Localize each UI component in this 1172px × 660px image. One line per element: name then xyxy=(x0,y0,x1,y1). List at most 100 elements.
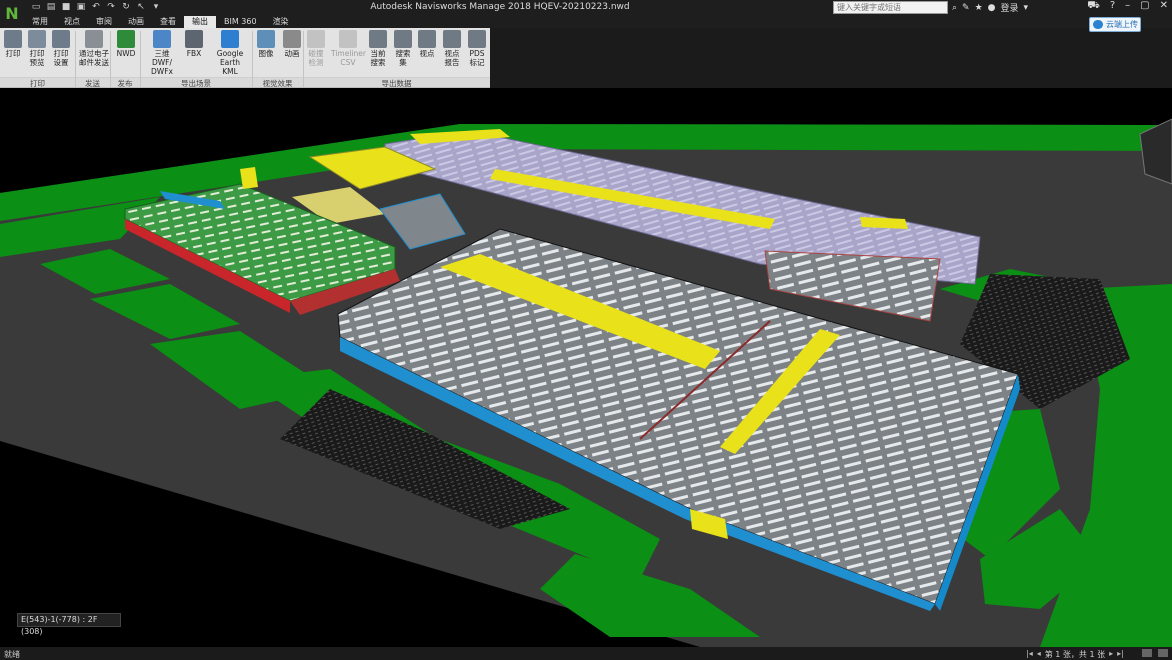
button-label: 动画 xyxy=(284,49,300,58)
button-label: 打印 xyxy=(29,49,45,58)
fbx-button[interactable]: FBX xyxy=(183,30,205,58)
html-report-button[interactable]: 视点 报告 xyxy=(442,30,462,67)
close-icon[interactable]: ✕ xyxy=(1160,0,1168,13)
memory-icon[interactable] xyxy=(1158,649,1168,657)
button-label-line2: 邮件发送 xyxy=(79,58,109,67)
nwd-button[interactable]: NWD xyxy=(116,30,136,58)
cart-icon[interactable]: ⛟ xyxy=(1087,0,1100,13)
cloud-upload-label: 云端上传 xyxy=(1106,20,1138,29)
button-label-line2: 设置 xyxy=(53,58,69,67)
ribbon-separator xyxy=(110,31,111,87)
timeliner-csv-button[interactable]: Timeliner CSV xyxy=(331,30,366,67)
viewpoint-icon xyxy=(418,30,436,48)
ribbon-group-label: 导出场景 xyxy=(140,77,252,88)
html-report-icon xyxy=(443,30,461,48)
current-search-icon xyxy=(369,30,387,48)
minimize-icon[interactable]: – xyxy=(1125,0,1130,13)
status-bar: 就绪 |◂ ◂ 第 1 张，共 1 张 ▸ ▸| xyxy=(0,647,1172,660)
star-icon[interactable]: ★ xyxy=(975,3,983,13)
button-label-line2: 搜索 xyxy=(370,58,386,67)
button-label-line2: 预览 xyxy=(29,58,45,67)
site-model-render[interactable] xyxy=(0,89,1172,647)
ribbon-empty-area xyxy=(490,28,1172,88)
search-set-button[interactable]: 搜索集 xyxy=(393,30,413,67)
tab-7[interactable]: 渲染 xyxy=(265,16,297,28)
nwd-icon xyxy=(117,30,135,48)
subscription-icon[interactable]: ✎ xyxy=(962,3,970,13)
tab-0[interactable]: 常用 xyxy=(24,16,56,28)
dwf-icon xyxy=(153,30,171,48)
tab-1[interactable]: 视点 xyxy=(56,16,88,28)
printer-icon xyxy=(4,30,22,48)
first-page-icon[interactable]: |◂ xyxy=(1026,649,1033,660)
coordinate-readout: E(543)-1(-778) : 2F (308) xyxy=(17,613,121,636)
print-setup-icon xyxy=(52,30,70,48)
button-label-line2: 集 xyxy=(399,58,407,67)
binoculars-icon[interactable]: ⌕ xyxy=(952,3,957,13)
current-search-button[interactable]: 当前 搜索 xyxy=(368,30,388,67)
button-label: 视点 xyxy=(444,49,460,58)
animation-icon xyxy=(283,30,301,48)
button-label: Google xyxy=(216,49,244,58)
pds-button[interactable]: PDS 标记 xyxy=(467,30,487,67)
button-label: 视点 xyxy=(419,49,435,58)
ribbon-tabs: 常用 视点 审阅 动画 查看 输出 BIM 360 渲染 xyxy=(24,16,1172,28)
viewpoint-button[interactable]: 视点 xyxy=(417,30,437,58)
print-preview-icon xyxy=(28,30,46,48)
chevron-down-icon[interactable]: ▾ xyxy=(1024,3,1029,13)
timeliner-csv-icon xyxy=(339,30,357,48)
ribbon-separator xyxy=(140,31,141,87)
help-search-field[interactable] xyxy=(833,1,948,14)
maximize-icon[interactable]: ▢ xyxy=(1140,0,1149,13)
status-icons xyxy=(1142,649,1168,657)
button-label: 碰撞 xyxy=(308,49,324,58)
button-label: 打印 xyxy=(5,49,21,58)
ribbon-group-label: 导出数据 xyxy=(303,77,490,88)
next-page-icon[interactable]: ▸ xyxy=(1109,649,1113,660)
ribbon-separator xyxy=(252,31,253,87)
button-label: NWD xyxy=(116,49,136,58)
button-label: 图像 xyxy=(258,49,274,58)
tab-4[interactable]: 查看 xyxy=(152,16,184,28)
email-icon xyxy=(85,30,103,48)
button-label: PDS xyxy=(469,49,485,58)
previous-page-icon[interactable]: ◂ xyxy=(1037,649,1041,660)
button-label: 搜索 xyxy=(395,49,411,58)
ribbon-group-label: 视觉效果 xyxy=(252,77,303,88)
button-label-line2: Earth KML xyxy=(219,58,241,76)
tab-2[interactable]: 审阅 xyxy=(88,16,120,28)
page-info-text: 第 1 张，共 1 张 xyxy=(1044,650,1106,659)
window-controls: ⛟ ? – ▢ ✕ xyxy=(1087,0,1168,13)
3d-viewport[interactable] xyxy=(0,89,1172,647)
help-icon[interactable]: ? xyxy=(1110,0,1115,13)
cloud-upload-button[interactable]: 云端上传 xyxy=(1089,17,1141,32)
button-label: Timeliner xyxy=(331,49,366,58)
search-input[interactable] xyxy=(834,2,947,13)
pds-icon xyxy=(468,30,486,48)
google-earth-button[interactable]: Google Earth KML xyxy=(212,30,248,76)
button-label: 三维 DWF/ xyxy=(151,49,173,67)
print-preview-button[interactable]: 打印 预览 xyxy=(27,30,47,67)
tab-3[interactable]: 动画 xyxy=(120,16,152,28)
printer-button[interactable]: 打印 xyxy=(3,30,23,58)
cloud-icon xyxy=(1093,20,1103,29)
button-label-line2: 报告 xyxy=(444,58,460,67)
sign-in-label[interactable]: 登录 xyxy=(1001,1,1019,14)
animation-button[interactable]: 动画 xyxy=(281,30,303,58)
ribbon-separator xyxy=(75,31,76,87)
user-icon[interactable]: ● xyxy=(988,3,996,13)
print-setup-button[interactable]: 打印 设置 xyxy=(51,30,71,67)
app-logo-button[interactable]: N xyxy=(0,0,24,28)
last-page-icon[interactable]: ▸| xyxy=(1117,649,1124,660)
email-button[interactable]: 通过电子 邮件发送 xyxy=(78,30,110,67)
google-earth-icon xyxy=(221,30,239,48)
dwf-button[interactable]: 三维 DWF/DWFx xyxy=(144,30,180,76)
tab-5[interactable]: 输出 xyxy=(184,16,216,28)
tab-6[interactable]: BIM 360 xyxy=(216,16,265,28)
button-label-line2: 检测 xyxy=(308,58,324,67)
image-button[interactable]: 图像 xyxy=(255,30,277,58)
button-label-line2: DWFx xyxy=(151,67,173,76)
button-label-line2: 标记 xyxy=(469,58,485,67)
performance-icon[interactable] xyxy=(1142,649,1152,657)
clash-button[interactable]: 碰撞 检测 xyxy=(306,30,326,67)
